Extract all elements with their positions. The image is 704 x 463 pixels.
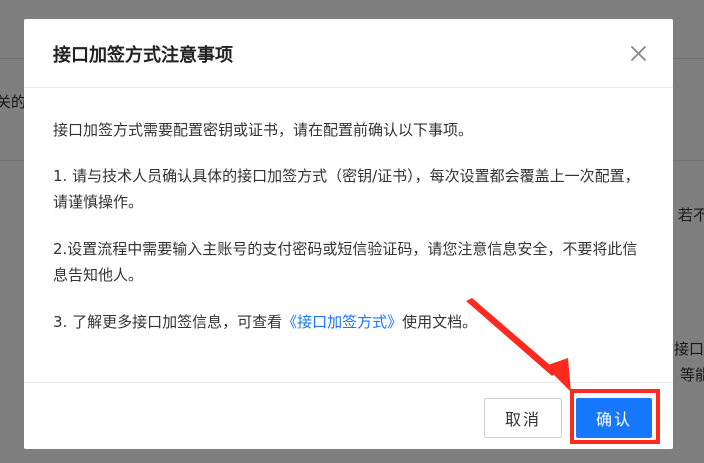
intro-text: 接口加签方式需要配置密钥或证书，请在配置前确认以下事项。 — [53, 121, 474, 139]
notice-item-1: 1. 请与技术人员确认具体的接口加签方式（密钥/证书），每次设置都会覆盖上一次配… — [53, 167, 640, 211]
notice-item-3: 3. 了解更多接口加签信息，可查看《接口加签方式》使用文档。 — [53, 309, 645, 335]
close-button[interactable] — [626, 41, 650, 65]
cancel-button[interactable]: 取消 — [484, 398, 562, 438]
confirm-button[interactable]: 确认 — [576, 398, 652, 438]
item3-suffix: 使用文档。 — [402, 313, 478, 331]
dialog-body: 接口加签方式需要配置密钥或证书，请在配置前确认以下事项。 1. 请与技术人员确认… — [53, 117, 645, 356]
notice-item-2: 2.设置流程中需要输入主账号的支付密码或短信验证码，请您注意信息安全，不要将此信… — [53, 240, 638, 284]
item3-prefix: 3. 了解更多接口加签信息，可查看 — [53, 313, 283, 331]
close-icon — [631, 46, 646, 61]
dialog-header: 接口加签方式注意事项 — [24, 19, 673, 88]
notice-dialog: 接口加签方式注意事项 接口加签方式需要配置密钥或证书，请在配置前确认以下事项。 … — [24, 19, 673, 449]
doc-link[interactable]: 《接口加签方式》 — [282, 313, 402, 331]
dialog-title: 接口加签方式注意事项 — [53, 45, 233, 66]
dialog-footer: 取消 确认 — [24, 382, 673, 449]
